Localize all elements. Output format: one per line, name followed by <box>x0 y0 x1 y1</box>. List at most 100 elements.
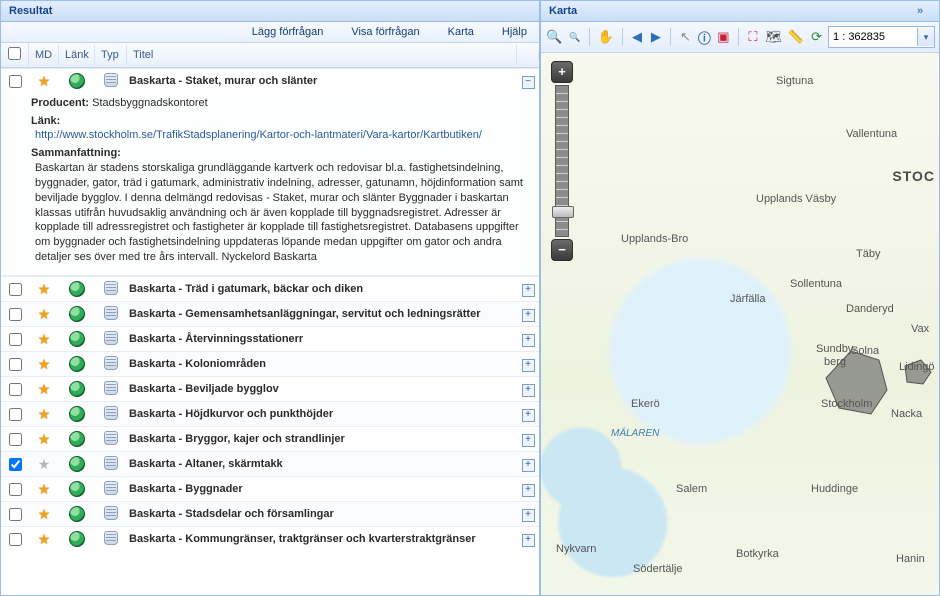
menu-map[interactable]: Karta <box>448 26 474 38</box>
favorite-star-icon[interactable]: ★ <box>36 356 52 372</box>
summary-text: Baskartan är stadens storskaliga grundlä… <box>35 161 529 265</box>
row-checkbox[interactable] <box>9 408 22 421</box>
table-row[interactable]: ★Baskarta - Bryggor, kajer och strandlin… <box>1 426 539 451</box>
scale-input[interactable] <box>829 28 917 46</box>
expand-row-icon[interactable]: + <box>522 384 535 397</box>
favorite-star-icon[interactable]: ★ <box>36 481 52 497</box>
expand-row-icon[interactable]: + <box>522 459 535 472</box>
row-checkbox[interactable] <box>9 533 22 546</box>
favorite-star-icon[interactable]: ★ <box>36 381 52 397</box>
table-row[interactable]: ★Baskarta - Byggnader+ <box>1 476 539 501</box>
favorite-star-icon[interactable]: ★ <box>36 331 52 347</box>
table-row[interactable]: ★Baskarta - Gemensamhetsanläggningar, se… <box>1 301 539 326</box>
measure-tool[interactable]: 📏 <box>787 25 805 49</box>
scale-selector[interactable]: ▾ <box>828 26 935 48</box>
expand-row-icon[interactable]: + <box>522 484 535 497</box>
zoom-out-tool[interactable]: 🔍 <box>567 25 582 49</box>
table-row[interactable]: ★Baskarta - Koloniområden+ <box>1 351 539 376</box>
row-checkbox[interactable] <box>9 333 22 346</box>
expand-row-icon[interactable]: + <box>522 434 535 447</box>
select-all-checkbox[interactable] <box>8 47 21 60</box>
map-canvas[interactable]: + − STOC MÄLAREN SigtunaVallentunaUpplan… <box>541 53 939 595</box>
expand-row-icon[interactable]: + <box>522 409 535 422</box>
zoom-slider: + − <box>551 61 573 261</box>
col-md[interactable]: MD <box>29 45 59 65</box>
table-row[interactable]: ★Baskarta - Altaner, skärmtakk+ <box>1 451 539 476</box>
row-checkbox[interactable] <box>9 433 22 446</box>
row-details: Producent: StadsbyggnadskontoretLänk:htt… <box>1 93 539 276</box>
refresh-map-button[interactable]: ⟳ <box>809 25 824 49</box>
globe-link-icon[interactable] <box>69 506 85 522</box>
menu-help[interactable]: Hjälp <box>502 26 527 38</box>
table-row[interactable]: ★ Baskarta - Återvinningsstationerr + <box>1 326 539 351</box>
collapse-map-icon[interactable]: » <box>917 5 931 17</box>
col-title[interactable]: Titel <box>127 45 517 65</box>
row-checkbox[interactable] <box>9 508 22 521</box>
table-row[interactable]: ★ Baskarta - Stadsdelar och församlingar + <box>1 501 539 526</box>
zoom-out-button[interactable]: − <box>551 239 573 261</box>
zoom-in-button[interactable]: + <box>551 61 573 83</box>
globe-link-icon[interactable] <box>69 406 85 422</box>
menu-show-request[interactable]: Visa förfrågan <box>351 26 419 38</box>
row-checkbox[interactable] <box>9 75 22 88</box>
zoom-track[interactable] <box>555 85 569 237</box>
expand-row-icon[interactable]: + <box>522 334 535 347</box>
table-row[interactable]: ★ Baskarta - Höjdkurvor och punkthöjder + <box>1 401 539 426</box>
clear-tool[interactable]: ▣ <box>716 25 731 49</box>
col-link[interactable]: Länk <box>59 45 95 65</box>
expand-row-icon[interactable]: + <box>522 309 535 322</box>
favorite-star-icon[interactable]: ★ <box>36 531 52 547</box>
scale-dropdown-icon[interactable]: ▾ <box>917 28 934 46</box>
table-row[interactable]: ★Baskarta - Kommungränser, traktgränser … <box>1 526 539 551</box>
prev-extent-button[interactable]: ◀ <box>630 25 645 49</box>
expand-row-icon[interactable]: + <box>522 509 535 522</box>
globe-link-icon[interactable] <box>69 531 85 547</box>
expand-row-icon[interactable]: + <box>522 284 535 297</box>
row-title: Baskarta - Stadsdelar och församlingar <box>127 504 517 524</box>
col-type[interactable]: Typ <box>95 45 127 65</box>
row-checkbox[interactable] <box>9 458 22 471</box>
zoom-in-tool[interactable]: 🔍 <box>545 25 563 49</box>
info-tool[interactable]: ⓘ <box>697 25 712 49</box>
row-checkbox[interactable] <box>9 483 22 496</box>
table-row[interactable]: ★Baskarta - Staket, murar och slänter− <box>1 68 539 93</box>
menu-add-request[interactable]: Lägg förfrågan <box>252 26 324 38</box>
dataset-type-icon <box>104 456 118 470</box>
globe-link-icon[interactable] <box>69 431 85 447</box>
globe-link-icon[interactable] <box>69 331 85 347</box>
row-title: Baskarta - Höjdkurvor och punkthöjder <box>127 404 517 424</box>
row-checkbox[interactable] <box>9 358 22 371</box>
result-panel-header: Resultat <box>1 1 539 22</box>
favorite-star-icon[interactable]: ★ <box>36 431 52 447</box>
pan-tool[interactable]: ✋ <box>597 25 615 49</box>
next-extent-button[interactable]: ▶ <box>648 25 663 49</box>
table-row[interactable]: ★Baskarta - Träd i gatumark, bäckar och … <box>1 276 539 301</box>
globe-link-icon[interactable] <box>69 281 85 297</box>
row-checkbox[interactable] <box>9 383 22 396</box>
favorite-star-icon[interactable]: ★ <box>36 456 52 472</box>
full-extent-button[interactable]: ⛶ <box>745 25 760 49</box>
link-url[interactable]: http://www.stockholm.se/TrafikStadsplane… <box>31 129 529 141</box>
globe-link-icon[interactable] <box>69 481 85 497</box>
row-title: Baskarta - Återvinningsstationerr <box>127 329 517 349</box>
globe-link-icon[interactable] <box>69 456 85 472</box>
globe-link-icon[interactable] <box>69 73 85 89</box>
favorite-star-icon[interactable]: ★ <box>36 73 52 89</box>
globe-link-icon[interactable] <box>69 306 85 322</box>
pointer-tool[interactable]: ↖ <box>678 25 693 49</box>
globe-link-icon[interactable] <box>69 356 85 372</box>
row-checkbox[interactable] <box>9 308 22 321</box>
table-row[interactable]: ★Baskarta - Beviljade bygglov+ <box>1 376 539 401</box>
favorite-star-icon[interactable]: ★ <box>36 506 52 522</box>
expand-row-icon[interactable]: + <box>522 534 535 547</box>
zoom-thumb[interactable] <box>552 206 574 218</box>
row-checkbox[interactable] <box>9 283 22 296</box>
globe-link-icon[interactable] <box>69 381 85 397</box>
favorite-star-icon[interactable]: ★ <box>36 306 52 322</box>
expand-row-icon[interactable]: − <box>522 76 535 89</box>
result-body[interactable]: ★Baskarta - Staket, murar och slänter−Pr… <box>1 68 539 595</box>
favorite-star-icon[interactable]: ★ <box>36 406 52 422</box>
expand-row-icon[interactable]: + <box>522 359 535 372</box>
favorite-star-icon[interactable]: ★ <box>36 281 52 297</box>
bookmark-tool[interactable]: 🗺 <box>764 25 783 49</box>
